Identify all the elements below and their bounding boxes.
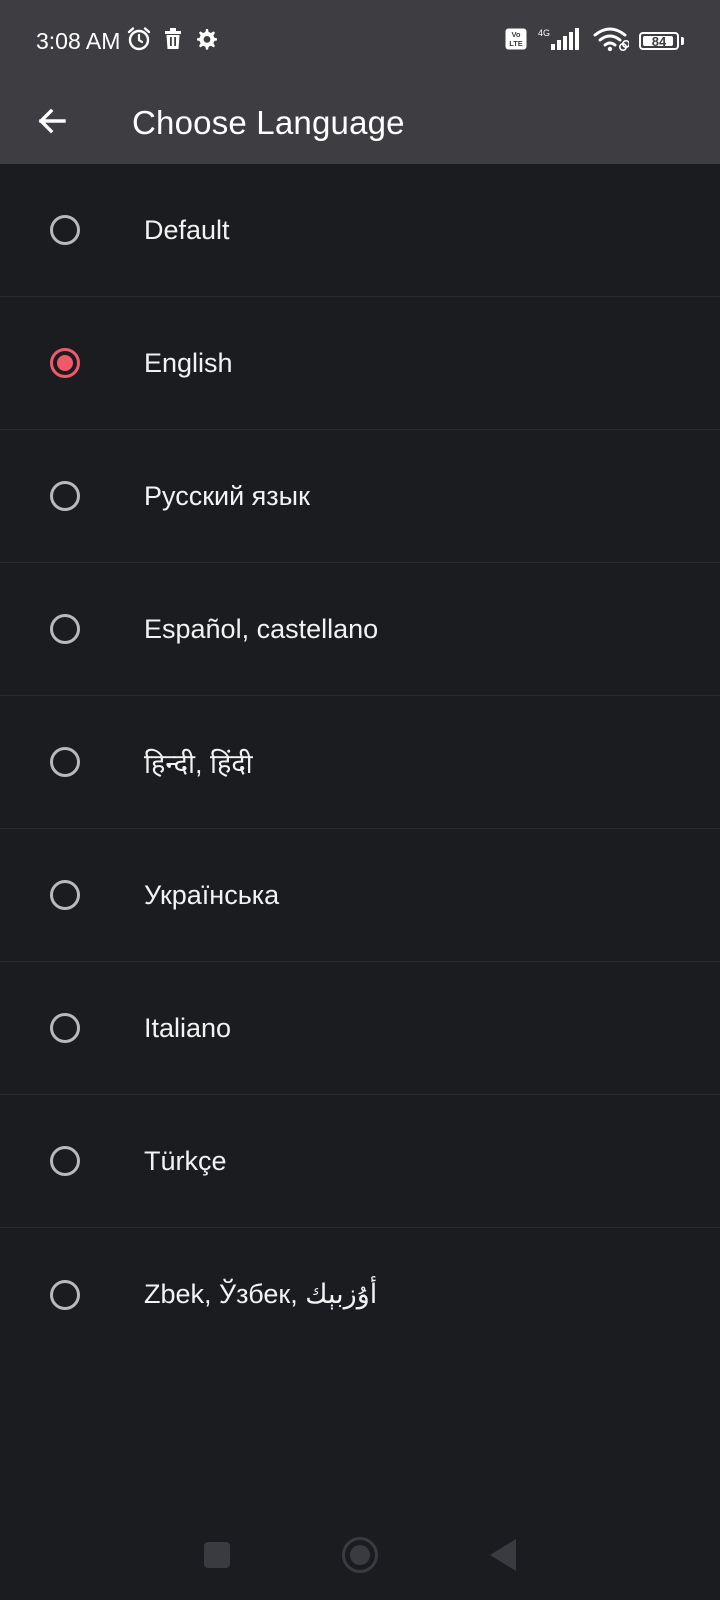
svg-text:LTE: LTE xyxy=(509,39,523,48)
app-bar: Choose Language xyxy=(0,82,720,164)
language-option-italian[interactable]: Italiano xyxy=(0,962,720,1095)
language-label: हिन्दी, हिंदी xyxy=(144,748,253,779)
home-circle-inner xyxy=(350,1545,370,1565)
home-circle-icon[interactable] xyxy=(342,1537,378,1573)
battery-level: 84 xyxy=(651,33,667,49)
language-option-turkish[interactable]: Türkçe xyxy=(0,1095,720,1228)
language-option-spanish[interactable]: Español, castellano xyxy=(0,563,720,696)
language-label: Zbek, Ўзбек, أۇزبېك xyxy=(144,1279,378,1309)
language-label: English xyxy=(144,347,233,378)
status-right-icons: Vo LTE 4G 84 xyxy=(505,26,684,57)
trash-icon xyxy=(162,27,184,56)
back-button[interactable] xyxy=(0,82,104,164)
system-nav-bar xyxy=(0,1510,720,1600)
radio-button[interactable] xyxy=(50,481,80,511)
svg-text:4G: 4G xyxy=(538,28,550,38)
language-label: Українська xyxy=(144,879,280,910)
status-bar: 3:08 AM Vo LTE 4G 84 xyxy=(0,0,720,82)
battery-cap xyxy=(681,37,684,45)
radio-button[interactable] xyxy=(50,1013,80,1043)
volte-icon: Vo LTE xyxy=(505,28,527,55)
svg-text:Vo: Vo xyxy=(511,30,520,39)
recents-square-icon[interactable] xyxy=(204,1542,230,1568)
back-triangle-icon[interactable] xyxy=(490,1539,516,1571)
radio-button[interactable] xyxy=(50,747,80,777)
language-option-ukrainian[interactable]: Українська xyxy=(0,829,720,962)
radio-selected-dot xyxy=(57,355,73,371)
language-label: Español, castellano xyxy=(144,613,379,644)
gear-icon xyxy=(194,27,218,56)
language-option-hindi[interactable]: हिन्दी, हिंदी xyxy=(0,696,720,829)
radio-button[interactable] xyxy=(50,1279,80,1310)
page-title: Choose Language xyxy=(132,104,405,141)
language-list: Default English Русский язык Español, ca… xyxy=(0,164,720,1361)
status-time: 3:08 AM xyxy=(36,27,121,54)
language-label: Default xyxy=(144,214,230,245)
language-option-english[interactable]: English xyxy=(0,297,720,430)
wifi-icon xyxy=(593,26,630,57)
radio-button[interactable] xyxy=(50,215,80,245)
battery-icon: 84 xyxy=(639,32,679,50)
language-option-uzbek[interactable]: Zbek, Ўзбек, أۇزبېك xyxy=(0,1228,720,1361)
language-label: Italiano xyxy=(144,1012,232,1043)
language-label: Русский язык xyxy=(144,480,310,511)
radio-button[interactable] xyxy=(50,614,80,644)
language-option-default[interactable]: Default xyxy=(0,164,720,297)
radio-button-selected[interactable] xyxy=(50,348,80,378)
language-label: Türkçe xyxy=(144,1145,227,1176)
language-option-russian[interactable]: Русский язык xyxy=(0,430,720,563)
arrow-back-icon xyxy=(34,103,70,144)
alarm-icon xyxy=(126,26,152,57)
signal-4g-icon: 4G xyxy=(537,27,583,56)
radio-button[interactable] xyxy=(50,1146,80,1176)
radio-button[interactable] xyxy=(50,880,80,910)
status-left-icons xyxy=(126,26,218,57)
